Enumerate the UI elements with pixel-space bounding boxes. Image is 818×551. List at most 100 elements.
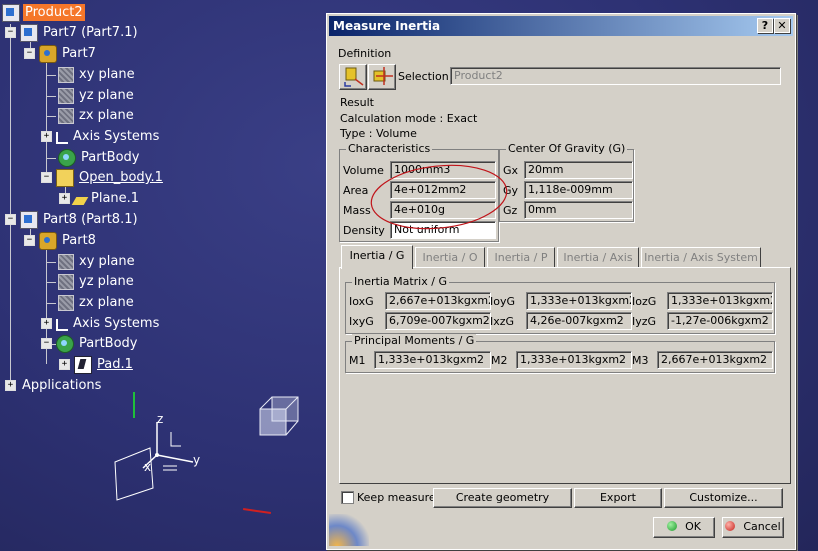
product-icon — [2, 3, 20, 22]
tree-node-axis-systems[interactable]: + Axis Systems — [41, 127, 161, 146]
expand-toggle[interactable]: + — [41, 318, 52, 329]
tree-node-label: Plane.1 — [91, 191, 140, 206]
collapse-toggle[interactable]: − — [24, 48, 35, 59]
tree-node-part7-instance[interactable]: − Part7 (Part7.1) — [5, 23, 140, 42]
create-geometry-button[interactable]: Create geometry — [433, 488, 572, 508]
tree-node-label: xy plane — [79, 254, 135, 269]
tree-node-pad1[interactable]: + Pad.1 — [59, 355, 135, 374]
tree-node-label: PartBody — [79, 336, 138, 351]
tree-node-label: Part7 — [62, 46, 96, 61]
m1-label: M1 — [349, 354, 366, 367]
selection-field[interactable]: Product2 — [450, 67, 781, 85]
compass-decoration — [329, 514, 369, 546]
inertia-2d-icon — [373, 67, 393, 85]
expand-toggle[interactable]: + — [41, 131, 52, 142]
ixzg-label: IxzG — [490, 315, 515, 328]
tree-node-yz-plane-2[interactable]: yz plane — [58, 272, 136, 291]
tree-node-label: yz plane — [79, 88, 134, 103]
axis-label-y: y — [193, 453, 201, 467]
plane-icon — [58, 66, 74, 83]
tree-node-partbody-2[interactable]: − PartBody — [41, 334, 139, 353]
keep-measure-label: Keep measure — [357, 491, 436, 504]
iozg-value: 1,333e+013kgxm2 — [667, 292, 773, 310]
tab-inertia-g[interactable]: Inertia / G — [341, 245, 413, 269]
plane-icon — [58, 273, 74, 290]
collapse-toggle[interactable]: − — [24, 235, 35, 246]
center-of-gravity-title: Center Of Gravity (G) — [506, 142, 628, 155]
result-label: Result — [340, 96, 374, 109]
iozg-label: IozG — [632, 295, 657, 308]
help-button[interactable]: ? — [757, 18, 773, 33]
tree-node-label: zx plane — [79, 295, 134, 310]
tab-inertia-axis[interactable]: Inertia / Axis — [557, 247, 639, 268]
inertia-matrix-title: Inertia Matrix / G — [352, 275, 449, 288]
tab-inertia-p[interactable]: Inertia / P — [487, 247, 555, 268]
tree-node-zx-plane-2[interactable]: zx plane — [58, 293, 136, 312]
expand-toggle[interactable]: + — [5, 380, 16, 391]
dialog-title: Measure Inertia — [333, 19, 441, 33]
expand-toggle[interactable]: + — [59, 193, 70, 204]
tab-inertia-axis-system[interactable]: Inertia / Axis System — [641, 247, 761, 268]
tree-node-axis-systems-2[interactable]: + Axis Systems — [41, 314, 161, 333]
close-button[interactable]: ✕ — [774, 18, 790, 33]
keep-measure-checkbox[interactable] — [341, 491, 354, 504]
tree-node-yz-plane[interactable]: yz plane — [58, 86, 136, 105]
tree-node-label: Applications — [22, 378, 102, 393]
tree-node-label: xy plane — [79, 67, 135, 82]
part-icon — [39, 231, 57, 250]
collapse-toggle[interactable]: − — [5, 214, 16, 225]
expand-toggle[interactable]: + — [59, 359, 70, 370]
ok-button[interactable]: OK — [653, 517, 715, 538]
view-cube-icon[interactable] — [258, 395, 304, 441]
tree-node-xy-plane-2[interactable]: xy plane — [58, 252, 137, 271]
ioxg-value: 2,667e+013kgxm2 — [385, 292, 491, 310]
tree-node-label: Axis Systems — [73, 129, 160, 144]
calculation-mode: Calculation mode : Exact — [340, 112, 478, 125]
tab-inertia-o[interactable]: Inertia / O — [415, 247, 485, 268]
collapse-toggle[interactable]: − — [41, 172, 52, 183]
plane-icon — [58, 107, 74, 124]
pad-icon — [74, 355, 92, 374]
collapse-toggle[interactable]: − — [41, 338, 52, 349]
measure-inertia-dialog: Measure Inertia ? ✕ Definition Selection… — [326, 13, 796, 550]
cancel-button[interactable]: Cancel — [722, 517, 784, 538]
result-type: Type : Volume — [340, 127, 417, 140]
tree-node-zx-plane[interactable]: zx plane — [58, 106, 136, 125]
m3-value: 2,667e+013kgxm2 — [657, 351, 773, 369]
open-body-icon — [56, 168, 74, 187]
tree-node-part7[interactable]: − Part7 — [24, 44, 98, 63]
tree-node-part8-instance[interactable]: − Part8 (Part8.1) — [5, 210, 140, 229]
product-icon — [20, 23, 38, 42]
selection-label: Selection : — [398, 70, 456, 83]
tree-node-label: zx plane — [79, 108, 134, 123]
tree-node-product2[interactable]: Product2 — [2, 3, 85, 22]
cancel-label: Cancel — [743, 520, 781, 533]
tree-node-label: Pad.1 — [97, 357, 133, 372]
partbody-icon — [56, 334, 74, 353]
customize-button[interactable]: Customize... — [664, 488, 783, 508]
export-button[interactable]: Export — [574, 488, 662, 508]
ok-icon — [667, 521, 678, 531]
ioyg-value: 1,333e+013kgxm2 — [526, 292, 632, 310]
plane-icon — [58, 87, 74, 104]
gz-value: 0mm — [524, 201, 633, 219]
tree-node-open-body[interactable]: − Open_body.1 — [41, 168, 165, 187]
measure-inertia-2d-button[interactable] — [368, 64, 396, 90]
product-icon — [20, 210, 38, 229]
dialog-titlebar[interactable]: Measure Inertia — [329, 16, 793, 36]
tree-node-label: Product2 — [23, 4, 85, 21]
principal-moments-title: Principal Moments / G — [352, 334, 477, 347]
ioyg-label: IoyG — [490, 295, 516, 308]
collapse-toggle[interactable]: − — [5, 27, 16, 38]
tree-node-plane1[interactable]: + Plane.1 — [59, 189, 141, 208]
partbody-icon — [58, 148, 76, 167]
tree-node-part8[interactable]: − Part8 — [24, 231, 98, 250]
axis-system-icon — [56, 318, 68, 331]
tree-node-label: Open_body.1 — [79, 170, 163, 185]
iyzg-label: IyzG — [632, 315, 657, 328]
tree-node-applications[interactable]: + Applications — [5, 376, 103, 395]
measure-inertia-3d-button[interactable] — [339, 64, 367, 90]
axis-label-x: x — [144, 460, 152, 474]
tree-node-partbody[interactable]: PartBody — [58, 148, 141, 167]
tree-node-xy-plane[interactable]: xy plane — [58, 65, 137, 84]
